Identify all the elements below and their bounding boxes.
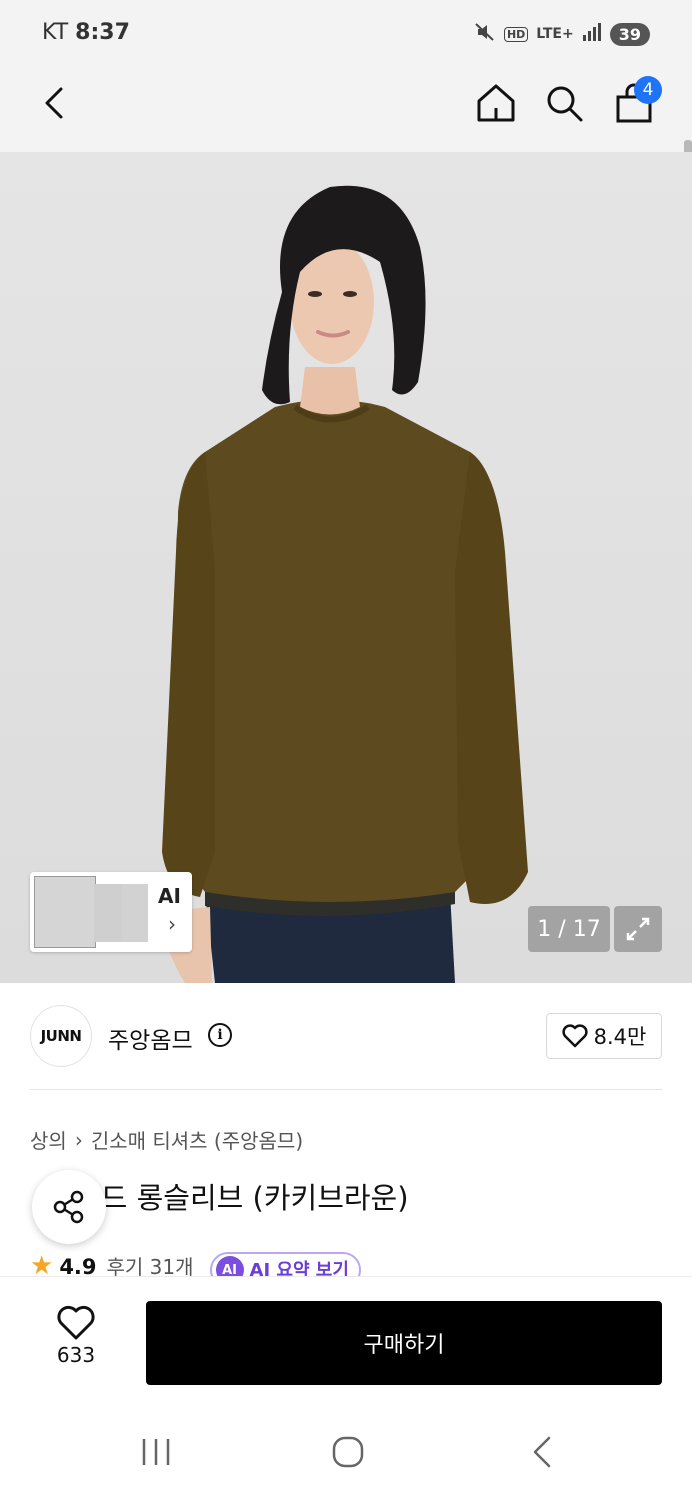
breadcrumb-item[interactable]: 긴소매 티셔츠 (주앙옴므)	[91, 1125, 303, 1154]
wishlist-button[interactable]: 633	[36, 1305, 116, 1377]
chevron-right-icon: ›	[168, 912, 176, 936]
status-left: KT 8:37	[42, 20, 130, 45]
home-nav-button[interactable]	[318, 1430, 378, 1474]
ai-summary-label: AI 요약 보기	[249, 1260, 349, 1278]
thumbnail-image	[122, 884, 148, 942]
ai-thumbnail-strip[interactable]: AI ›	[30, 872, 192, 952]
brand-row: JUNN 주앙옴므 i 8.4만	[30, 1005, 662, 1069]
share-icon	[53, 1190, 84, 1224]
clock: 8:37	[75, 20, 130, 45]
network-label: LTE+	[536, 26, 574, 42]
status-bar: KT 8:37 HD LTE+ 39	[0, 0, 692, 68]
thumbnail-image	[94, 884, 122, 942]
search-button[interactable]	[536, 68, 592, 138]
expand-button[interactable]	[614, 906, 662, 952]
heart-icon	[562, 1024, 588, 1048]
chevron-left-icon	[533, 1436, 551, 1468]
divider	[30, 1089, 662, 1090]
chevron-right-icon: ›	[74, 1127, 83, 1152]
battery-indicator: 39	[609, 22, 650, 46]
rating-row: ★ 4.9 후기 31개 AI AI 요약 보기	[30, 1252, 662, 1278]
breadcrumb: 상의 › 긴소매 티셔츠 (주앙옴므)	[30, 1125, 303, 1154]
star-icon: ★	[30, 1252, 54, 1278]
signal-icon	[582, 23, 602, 45]
breadcrumb-item[interactable]: 상의	[30, 1125, 67, 1154]
system-nav-bar	[0, 1400, 692, 1500]
review-count-link[interactable]: 후기 31개	[107, 1252, 194, 1278]
mute-icon	[474, 21, 496, 47]
wishlist-count: 633	[56, 1343, 96, 1367]
status-right: HD LTE+ 39	[474, 18, 650, 50]
chevron-left-icon	[45, 87, 63, 119]
expand-icon	[626, 917, 650, 941]
ai-badge-icon: AI	[215, 1256, 244, 1278]
ai-summary-button[interactable]: AI AI 요약 보기	[209, 1252, 361, 1278]
brand-like-count: 8.4만	[593, 1025, 647, 1049]
product-title-text: 커드 롱슬리브 (카키브라운)	[74, 1181, 409, 1215]
home-button[interactable]	[468, 68, 524, 138]
hd-icon: HD	[503, 26, 529, 42]
heart-icon	[57, 1305, 95, 1340]
back-nav-button[interactable]	[512, 1430, 572, 1474]
recent-apps-button[interactable]	[126, 1430, 186, 1474]
carrier: KT	[42, 20, 69, 45]
brand-name[interactable]: 주앙옴므	[108, 1021, 193, 1055]
ai-label: AI	[158, 884, 181, 908]
brand-like-button[interactable]: 8.4만	[546, 1013, 662, 1059]
cart-button[interactable]: 4	[606, 68, 662, 138]
home-icon	[477, 84, 515, 122]
brand-logo[interactable]: JUNN	[30, 1005, 92, 1067]
product-photo	[160, 185, 528, 983]
buy-button[interactable]: 구매하기	[146, 1301, 662, 1385]
back-button[interactable]	[26, 68, 82, 138]
product-image-gallery[interactable]: AI › 1 / 17	[0, 152, 692, 983]
share-button[interactable]	[32, 1170, 106, 1244]
info-icon[interactable]: i	[208, 1023, 232, 1047]
cart-count-badge: 4	[634, 76, 662, 104]
app-header: 4	[0, 68, 692, 204]
home-circle-icon	[332, 1436, 364, 1468]
rating-value: 4.9	[59, 1255, 97, 1278]
image-page-counter: 1 / 17	[528, 906, 610, 952]
search-icon	[547, 86, 583, 122]
thumbnail-image	[34, 876, 96, 948]
purchase-bar: 633 구매하기	[0, 1276, 692, 1400]
recent-apps-icon	[142, 1439, 170, 1465]
